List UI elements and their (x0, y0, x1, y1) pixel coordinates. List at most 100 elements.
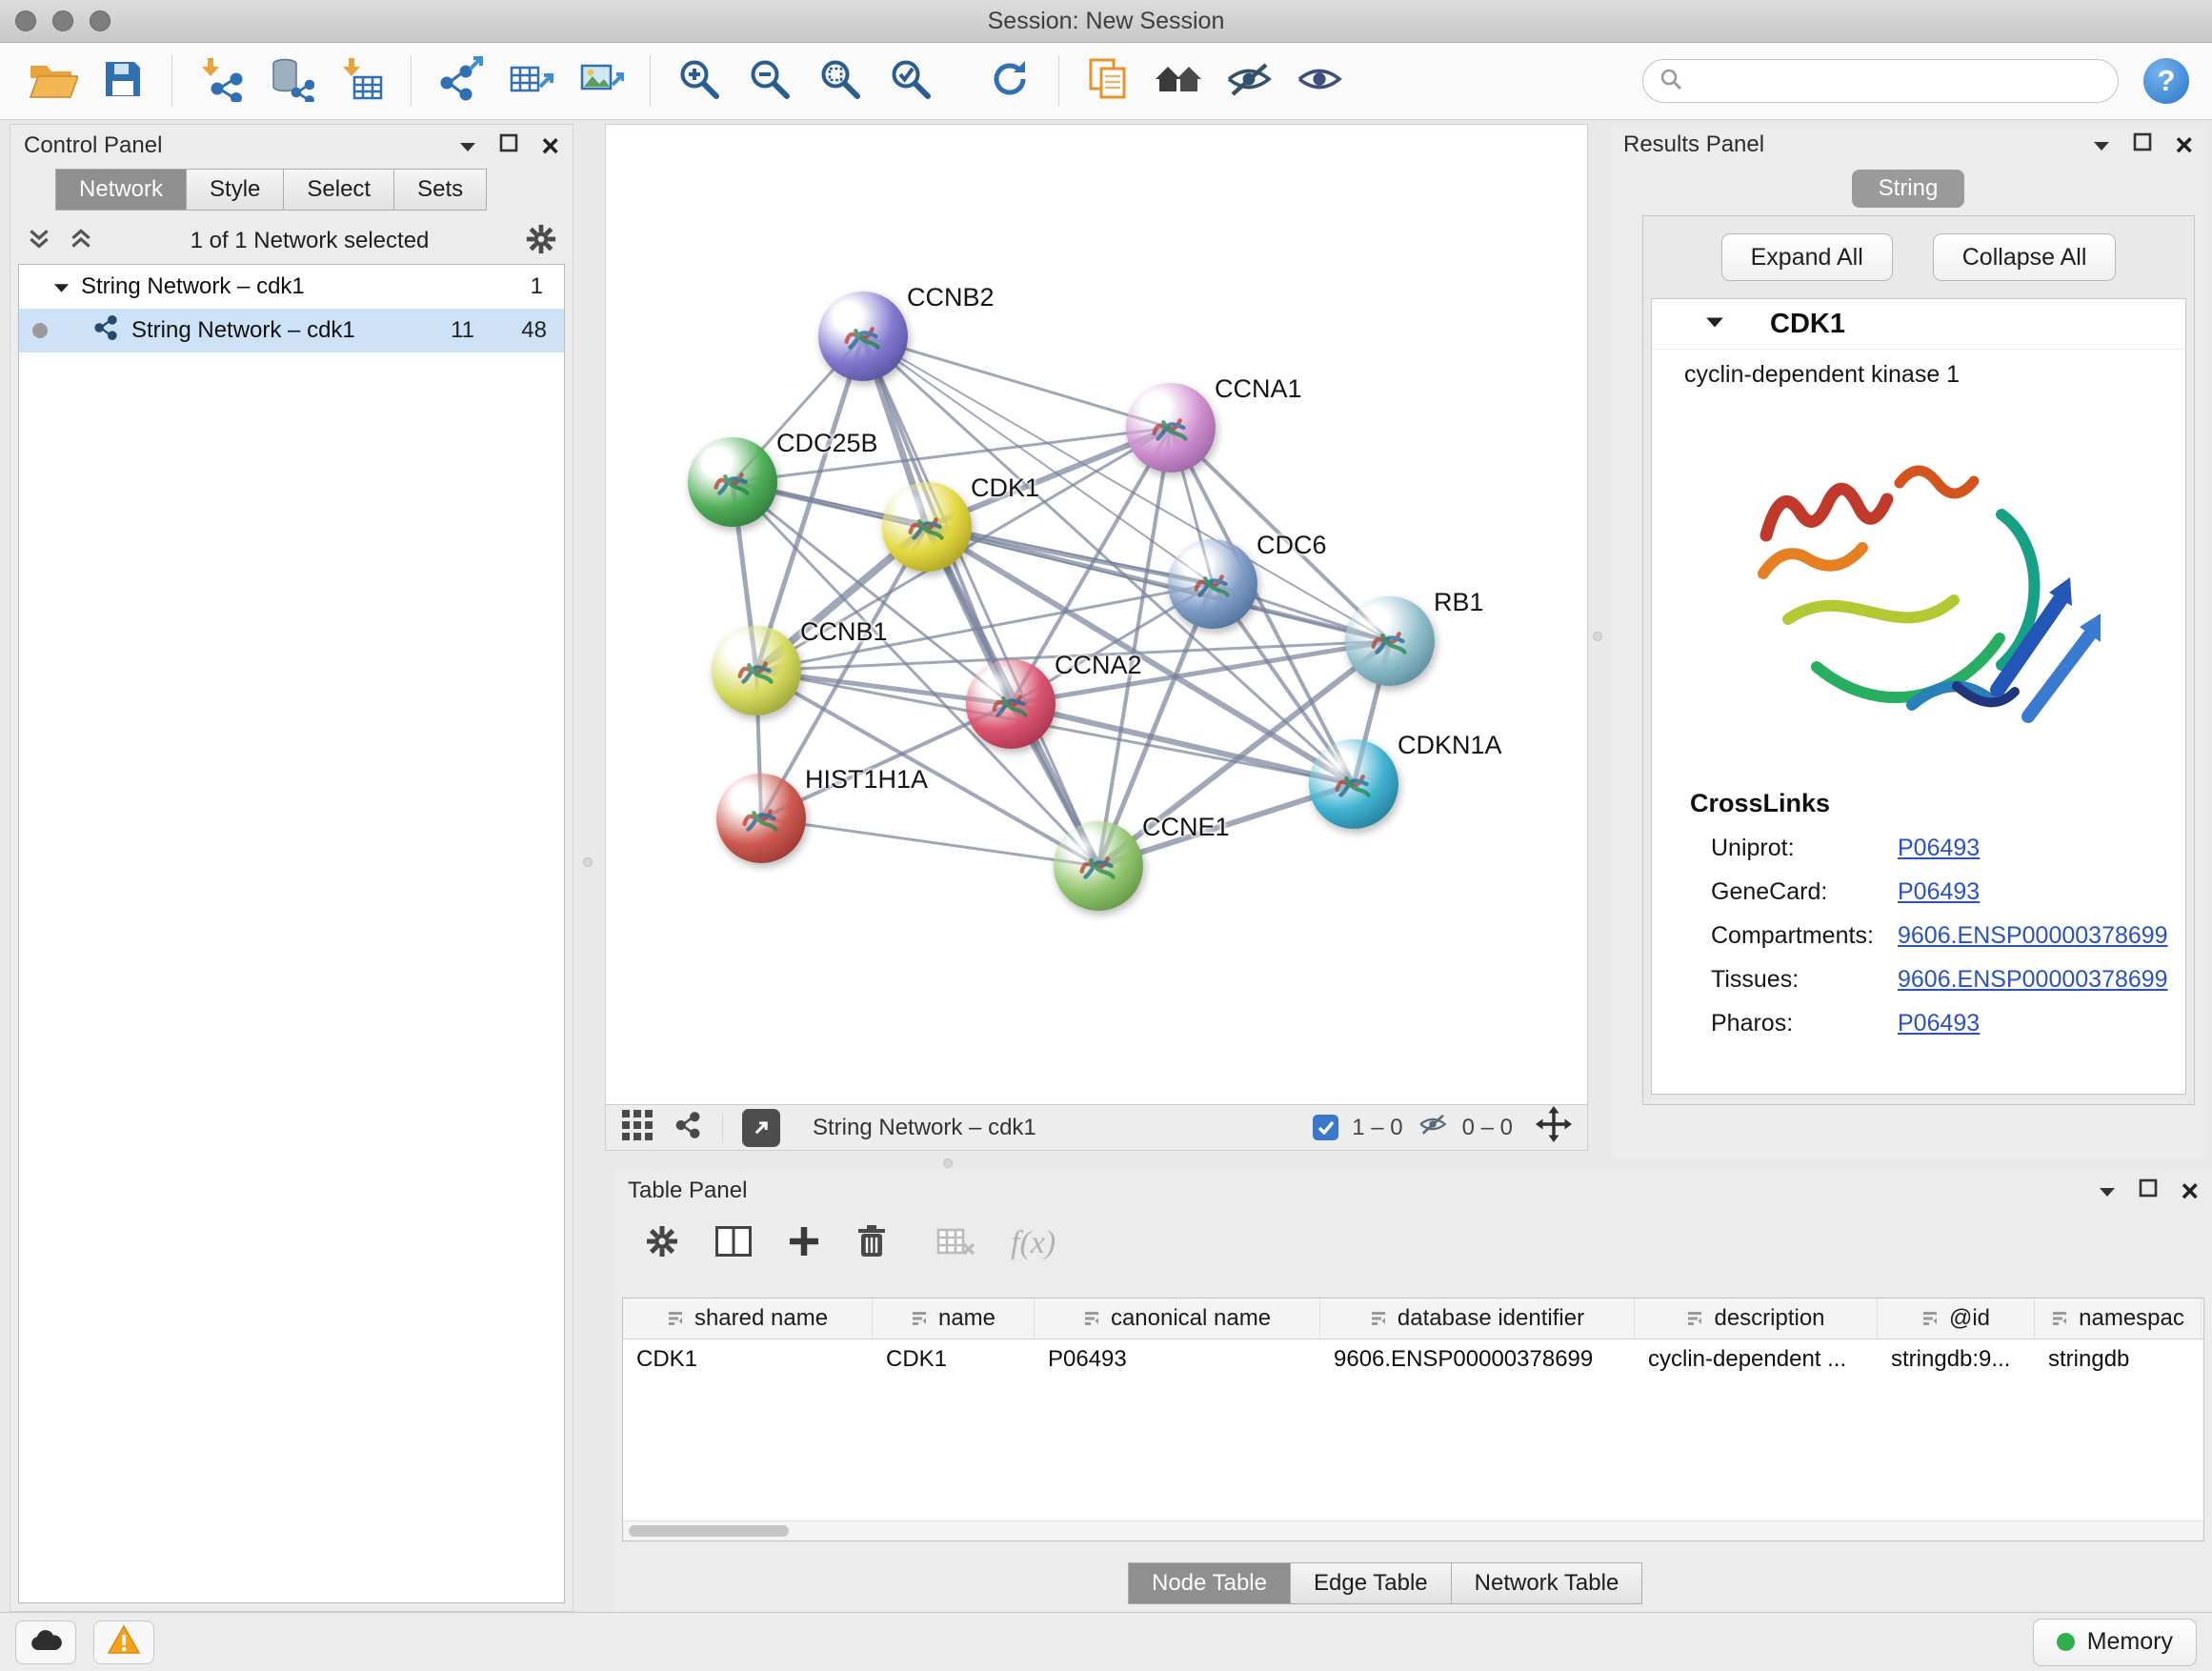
home-button[interactable] (1148, 50, 1209, 111)
collapse-all-networks-icon[interactable] (68, 226, 94, 257)
crosslink-link[interactable]: P06493 (1898, 1010, 1980, 1037)
crosslink-link[interactable]: P06493 (1898, 878, 1980, 906)
tab-network[interactable]: Network (55, 169, 187, 211)
tab-select[interactable]: Select (283, 169, 394, 211)
network-edge[interactable] (1011, 704, 1354, 784)
crosslink-link[interactable]: 9606.ENSP00000378699 (1898, 966, 2168, 994)
float-panel-icon[interactable] (2133, 131, 2152, 158)
open-session-button[interactable] (22, 50, 83, 111)
zoom-in-button[interactable] (669, 50, 730, 111)
network-node-rb1[interactable] (1345, 596, 1435, 686)
grid-view-icon[interactable] (621, 1109, 654, 1146)
tab-node-table[interactable]: Node Table (1128, 1562, 1291, 1604)
scrollbar-thumb[interactable] (629, 1525, 789, 1537)
collapse-all-button[interactable]: Collapse All (1933, 233, 2117, 281)
zoom-selected-button[interactable] (880, 50, 941, 111)
copy-button[interactable] (1077, 50, 1138, 111)
delete-column-trash-icon[interactable] (856, 1224, 887, 1263)
tab-sets[interactable]: Sets (393, 169, 487, 211)
column-header[interactable]: @id (1878, 1299, 2035, 1339)
column-header[interactable]: description (1635, 1299, 1878, 1339)
cloud-status-button[interactable] (15, 1621, 76, 1664)
panel-menu-icon[interactable] (2099, 1178, 2116, 1204)
global-search[interactable] (1642, 59, 2119, 103)
help-button[interactable]: ? (2143, 58, 2189, 104)
table-cell[interactable]: 9606.ENSP00000378699 (1320, 1339, 1635, 1381)
network-edge[interactable] (863, 336, 1171, 428)
network-node-cdc6[interactable] (1168, 539, 1257, 629)
network-node-cdkn1a[interactable] (1309, 739, 1398, 829)
close-panel-icon[interactable]: × (2175, 130, 2193, 160)
network-node-ccne1[interactable] (1054, 821, 1143, 911)
splitter-handle[interactable] (1593, 632, 1602, 641)
memory-button[interactable]: Memory (2033, 1619, 2197, 1666)
table-cell[interactable]: P06493 (1035, 1339, 1320, 1381)
warnings-button[interactable] (93, 1621, 154, 1664)
network-edge[interactable] (761, 818, 1098, 866)
column-header[interactable]: canonical name (1035, 1299, 1320, 1339)
pan-tool-icon[interactable] (1536, 1106, 1572, 1149)
expand-all-networks-icon[interactable] (26, 226, 52, 257)
zoom-out-button[interactable] (739, 50, 800, 111)
table-cell[interactable]: stringdb (2035, 1339, 2202, 1381)
crosslink-link[interactable]: P06493 (1898, 835, 1980, 862)
collapse-section-icon[interactable] (1705, 315, 1724, 333)
column-header[interactable]: namespac (2035, 1299, 2202, 1339)
table-cell[interactable]: CDK1 (623, 1339, 873, 1381)
tab-string[interactable]: String (1852, 170, 1965, 208)
network-node-ccnb2[interactable] (818, 292, 908, 381)
float-panel-icon[interactable] (2139, 1178, 2158, 1204)
tab-edge-table[interactable]: Edge Table (1290, 1562, 1452, 1604)
gene-card-header[interactable]: CDK1 (1652, 299, 2185, 350)
import-network-file-button[interactable] (191, 50, 251, 111)
hide-selected-button[interactable] (1218, 50, 1279, 111)
network-node-ccnb1[interactable] (712, 626, 801, 715)
panel-menu-icon[interactable] (459, 132, 476, 159)
network-node-cdk1[interactable] (882, 482, 972, 572)
refresh-view-button[interactable] (979, 50, 1040, 111)
column-header[interactable]: name (873, 1299, 1035, 1339)
horizontal-scrollbar[interactable] (623, 1520, 2203, 1540)
gear-icon[interactable] (525, 223, 557, 260)
network-node-ccna1[interactable] (1126, 383, 1216, 473)
column-header[interactable]: shared name (623, 1299, 873, 1339)
network-node-ccna2[interactable] (966, 659, 1056, 749)
add-column-icon[interactable] (788, 1225, 820, 1262)
tab-network-table[interactable]: Network Table (1451, 1562, 1643, 1604)
selected-checkbox-icon[interactable] (1313, 1115, 1338, 1140)
network-node-hist1h1a[interactable] (716, 774, 806, 863)
export-image-button[interactable] (571, 50, 632, 111)
disclosure-triangle-icon[interactable] (53, 273, 70, 300)
import-table-button[interactable] (332, 50, 392, 111)
network-canvas[interactable]: CCNB2CCNA1CDC25BCDK1CDC6RB1CCNB1CCNA2CDK… (606, 125, 1587, 1104)
network-tree-item-row[interactable]: String Network – cdk1 11 48 (19, 309, 564, 352)
splitter-handle[interactable] (583, 857, 593, 867)
table-settings-gear-icon[interactable] (645, 1224, 679, 1263)
close-panel-icon[interactable]: × (541, 131, 559, 161)
export-network-button[interactable] (430, 50, 491, 111)
export-view-button[interactable] (742, 1109, 780, 1147)
search-input[interactable] (1693, 67, 2102, 95)
table-cell[interactable]: cyclin-dependent ... (1635, 1339, 1878, 1381)
show-all-button[interactable] (1289, 50, 1350, 111)
float-panel-icon[interactable] (499, 132, 518, 159)
table-cell[interactable]: CDK1 (873, 1339, 1035, 1381)
network-tree-root-row[interactable]: String Network – cdk1 1 (19, 265, 564, 309)
column-header[interactable]: database identifier (1320, 1299, 1635, 1339)
birdseye-view-icon[interactable] (673, 1110, 703, 1145)
show-columns-icon[interactable] (715, 1226, 752, 1261)
panel-menu-icon[interactable] (2093, 131, 2110, 158)
table-cell[interactable]: stringdb:9... (1878, 1339, 2035, 1381)
tab-style[interactable]: Style (186, 169, 284, 211)
splitter-handle[interactable] (943, 1158, 953, 1168)
network-node-cdc25b[interactable] (688, 437, 777, 527)
zoom-fit-button[interactable] (810, 50, 871, 111)
export-table-button[interactable] (500, 50, 561, 111)
table-row[interactable]: CDK1 CDK1 P06493 9606.ENSP00000378699 cy… (623, 1339, 2203, 1381)
import-network-database-button[interactable] (261, 50, 322, 111)
close-panel-icon[interactable]: × (2181, 1176, 2199, 1206)
save-session-button[interactable] (92, 50, 153, 111)
expand-all-button[interactable]: Expand All (1721, 233, 1893, 281)
crosslink-link[interactable]: 9606.ENSP00000378699 (1898, 922, 2168, 950)
hidden-eye-icon[interactable] (1417, 1111, 1449, 1144)
